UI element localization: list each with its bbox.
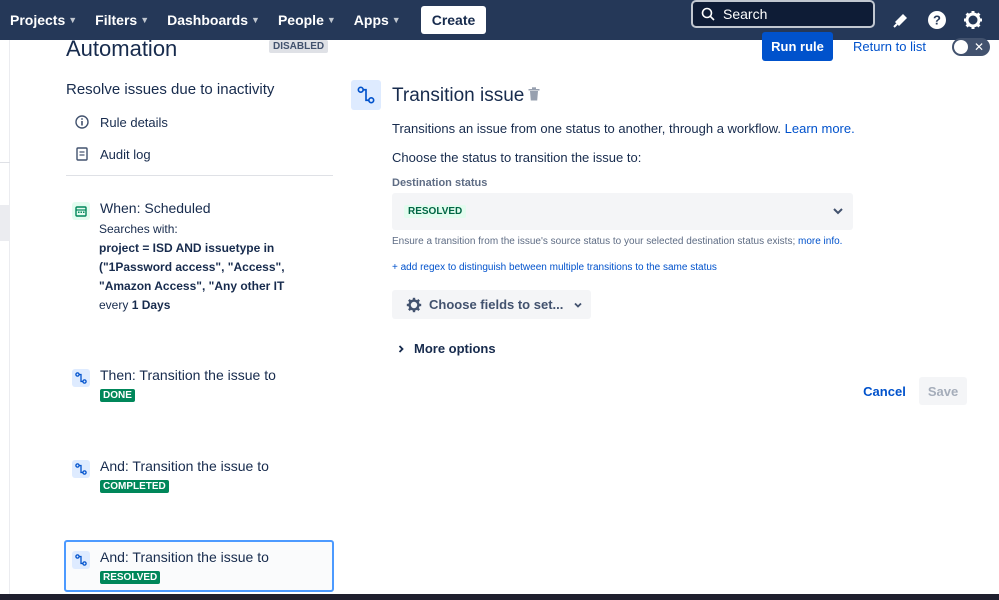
chevron-down-icon: ▼ xyxy=(326,15,336,25)
cancel-button[interactable]: Cancel xyxy=(857,377,912,405)
action-step-3-title: And: Transition the issue to xyxy=(100,549,269,565)
trigger-jql-line-2: ("1Password access", "Access", xyxy=(99,260,285,274)
status-badge-resolved: RESOLVED xyxy=(100,571,161,584)
rule-details-link[interactable]: Rule details xyxy=(74,114,168,130)
choose-fields-button[interactable]: Choose fields to set... xyxy=(392,290,591,319)
choose-fields-label: Choose fields to set... xyxy=(429,297,564,312)
nav-filters[interactable]: Filters ▼ xyxy=(95,0,149,40)
chevron-down-icon: ▼ xyxy=(251,15,260,25)
info-icon xyxy=(74,114,90,130)
left-divider xyxy=(66,175,333,176)
nav-apps[interactable]: Apps ▼ xyxy=(354,0,401,40)
page-title: Automation xyxy=(66,36,178,61)
transition-icon xyxy=(72,369,90,387)
calendar-icon xyxy=(72,202,90,220)
settings-icon[interactable] xyxy=(962,9,984,31)
document-icon xyxy=(74,146,90,162)
return-to-list-link[interactable]: Return to list xyxy=(853,39,926,54)
panel-description: Transitions an issue from one status to … xyxy=(392,121,855,136)
panel-title: Transition issue xyxy=(392,85,525,106)
action-step-2[interactable]: And: Transition the issue to COMPLETED xyxy=(66,458,333,498)
add-regex-link[interactable]: + add regex to distinguish between multi… xyxy=(392,262,717,273)
svg-text:?: ? xyxy=(933,13,941,28)
action-step-2-title: And: Transition the issue to xyxy=(100,458,269,474)
trigger-frequency: every 1 Days xyxy=(99,296,170,315)
destination-status-value: RESOLVED xyxy=(404,205,467,218)
trigger-every-prefix: every xyxy=(99,298,129,312)
chevron-down-icon: ▼ xyxy=(68,15,78,25)
edge-divider xyxy=(0,162,10,163)
trigger-title: When: Scheduled xyxy=(100,200,211,216)
rule-name: Resolve issues due to inactivity xyxy=(66,81,275,98)
chevron-down-icon xyxy=(574,302,582,308)
save-button[interactable]: Save xyxy=(919,377,967,405)
status-badge-completed: COMPLETED xyxy=(100,480,169,493)
nav-people-label: People xyxy=(277,12,324,28)
more-options-toggle[interactable]: More options xyxy=(396,341,496,356)
trigger-every-value: 1 Days xyxy=(131,298,171,312)
transition-icon xyxy=(72,551,90,569)
destination-status-select[interactable]: RESOLVED xyxy=(392,193,853,230)
rule-enable-toggle[interactable]: ✕ xyxy=(952,38,990,56)
nav-dashboards-label: Dashboards xyxy=(167,12,249,28)
help-icon[interactable]: ? xyxy=(926,9,948,31)
close-icon: ✕ xyxy=(974,40,985,54)
gear-icon xyxy=(406,297,422,312)
os-taskbar xyxy=(0,594,999,600)
nav-projects-label: Projects xyxy=(10,12,66,28)
nav-filters-label: Filters xyxy=(95,12,138,28)
status-badge: DISABLED xyxy=(269,40,329,53)
transition-icon xyxy=(351,80,381,110)
choose-status-text: Choose the status to transition the issu… xyxy=(392,150,642,165)
toggle-knob xyxy=(954,40,968,54)
trigger-jql-line-3: "Amazon Access", "Any other IT xyxy=(99,279,285,293)
chevron-down-icon: ▼ xyxy=(391,15,401,25)
audit-log-label: Audit log xyxy=(100,146,151,162)
learn-more-link[interactable]: Learn more. xyxy=(785,121,855,136)
transition-hint-text: Ensure a transition from the issue's sou… xyxy=(392,236,796,247)
transition-icon xyxy=(72,460,90,478)
left-edge-strip xyxy=(0,40,10,600)
more-info-link[interactable]: more info. xyxy=(798,236,842,247)
more-options-label: More options xyxy=(414,341,496,356)
nav-projects[interactable]: Projects ▼ xyxy=(10,0,77,40)
rule-details-label: Rule details xyxy=(100,114,168,130)
action-step-3[interactable]: And: Transition the issue to RESOLVED xyxy=(66,549,333,589)
action-step-1-title: Then: Transition the issue to xyxy=(100,367,276,383)
trigger-searches-label: Searches with: xyxy=(99,222,178,236)
chevron-down-icon xyxy=(833,208,843,215)
search-icon xyxy=(701,7,715,21)
nav-icon-group: ? xyxy=(883,0,991,40)
nav-dashboards[interactable]: Dashboards ▼ xyxy=(167,0,260,40)
run-rule-button[interactable]: Run rule xyxy=(762,32,833,61)
chevron-down-icon: ▼ xyxy=(140,15,150,25)
destination-status-label: Destination status xyxy=(392,177,488,189)
nav-apps-label: Apps xyxy=(353,12,389,28)
audit-log-link[interactable]: Audit log xyxy=(74,146,151,162)
create-button[interactable]: Create xyxy=(420,6,487,34)
action-step-1[interactable]: Then: Transition the issue to DONE xyxy=(66,367,333,407)
panel-description-text: Transitions an issue from one status to … xyxy=(392,121,782,136)
search-field[interactable]: Search xyxy=(691,0,875,28)
search-placeholder: Search xyxy=(723,6,768,22)
edge-block xyxy=(0,205,10,241)
notifications-icon[interactable] xyxy=(890,9,912,31)
chevron-right-icon xyxy=(398,344,404,353)
nav-people[interactable]: People ▼ xyxy=(278,0,336,40)
trash-icon[interactable] xyxy=(528,87,540,101)
transition-hint: Ensure a transition from the issue's sou… xyxy=(392,236,842,247)
status-badge-done: DONE xyxy=(100,389,135,402)
trigger-jql-line-1: project = ISD AND issuetype in xyxy=(99,241,275,255)
